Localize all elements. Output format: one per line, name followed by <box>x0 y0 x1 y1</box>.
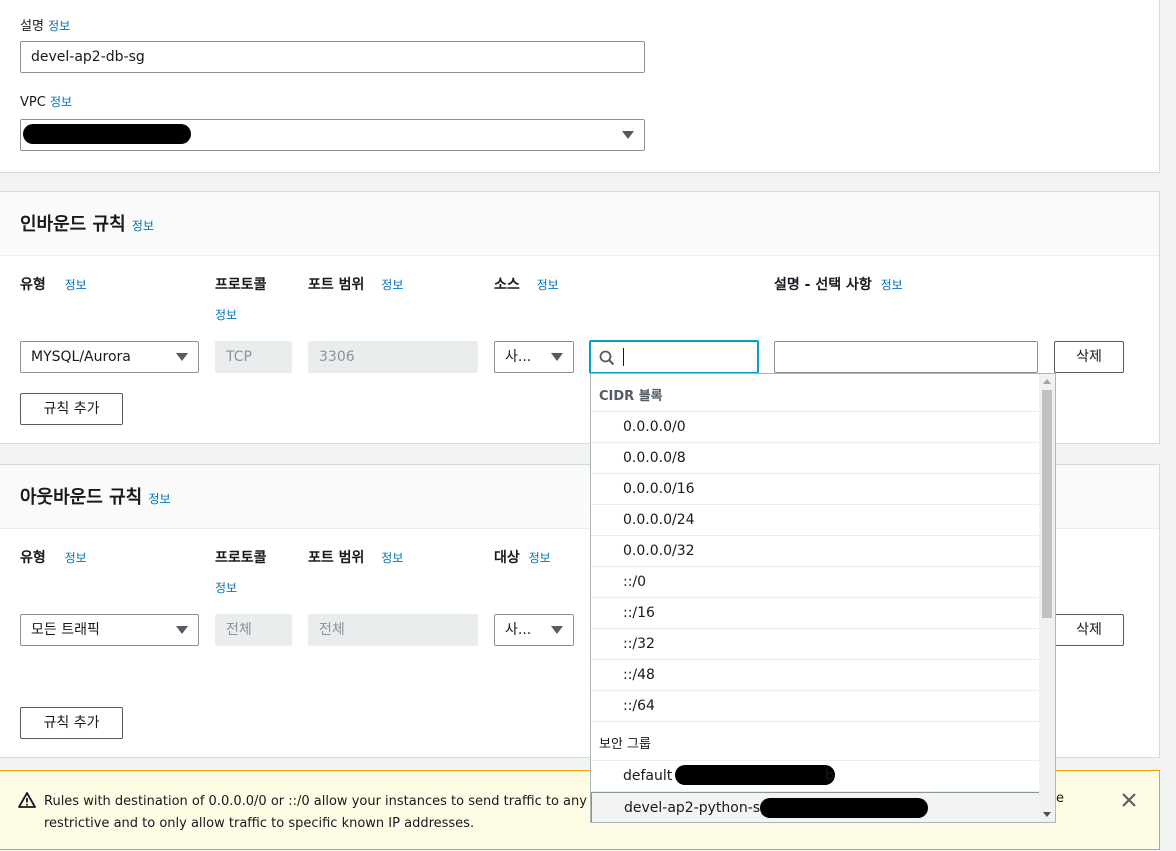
col-protocol-info[interactable]: 정보 <box>215 579 237 596</box>
col-dest-info[interactable]: 정보 <box>529 551 551 565</box>
inbound-protocol-field: TCP <box>215 341 292 373</box>
inbound-type-select[interactable]: MYSQL/Aurora <box>20 341 199 373</box>
dropdown-option[interactable]: 0.0.0.0/8 <box>591 443 1041 474</box>
sg-name: default <box>623 768 673 784</box>
inbound-type-value: MYSQL/Aurora <box>31 349 131 365</box>
col-desc-text: 설명 - 선택 사항 <box>774 277 872 293</box>
source-dropdown-list[interactable]: CIDR 블록 0.0.0.0/0 0.0.0.0/8 0.0.0.0/16 0… <box>590 373 1056 823</box>
vpc-select[interactable] <box>20 119 645 151</box>
chevron-down-icon <box>176 353 188 361</box>
outbound-type-value: 모든 트래픽 <box>31 622 100 638</box>
warning-icon <box>18 792 36 808</box>
inbound-title-text: 인바운드 규칙 <box>20 214 126 235</box>
col-type-info[interactable]: 정보 <box>65 278 87 292</box>
col-port-text: 포트 범위 <box>308 277 365 293</box>
col-dest-text: 대상 <box>494 550 520 566</box>
chevron-down-icon <box>551 353 563 361</box>
dropdown-option[interactable]: 0.0.0.0/0 <box>591 412 1041 443</box>
alert-line-1-tail: e <box>1056 791 1064 806</box>
dropdown-option[interactable]: ::/48 <box>591 660 1041 691</box>
inbound-header: 인바운드 규칙 정보 <box>0 192 1159 256</box>
outbound-dest-mode-select[interactable]: 사... <box>494 614 574 646</box>
dropdown-option-sg[interactable]: devel-ap2-python-sg <box>591 792 1041 822</box>
inbound-source-mode-select[interactable]: 사... <box>494 341 574 373</box>
outbound-title: 아웃바운드 규칙 정보 <box>20 483 171 509</box>
search-icon <box>599 350 615 366</box>
dropdown-option[interactable]: ::/32 <box>591 629 1041 660</box>
basic-details-panel: 설명 정보 devel-ap2-db-sg VPC 정보 <box>0 0 1160 173</box>
dropdown-option[interactable]: ::/0 <box>591 567 1041 598</box>
text-cursor <box>623 348 624 366</box>
dropdown-option[interactable]: ::/16 <box>591 598 1041 629</box>
chevron-down-icon <box>551 626 563 634</box>
dropdown-option[interactable]: ::/64 <box>591 691 1041 722</box>
outbound-col-type: 유형 정보 <box>20 547 87 567</box>
inbound-add-rule-button[interactable]: 규칙 추가 <box>20 393 123 425</box>
chevron-down-icon <box>176 626 188 634</box>
cidr-group-header: CIDR 블록 <box>599 389 663 404</box>
inbound-port-field: 3306 <box>308 341 478 373</box>
source-search-input[interactable] <box>589 340 759 374</box>
inbound-info-link[interactable]: 정보 <box>132 219 154 233</box>
chevron-down-icon <box>622 131 634 139</box>
col-desc-info[interactable]: 정보 <box>881 278 903 292</box>
inbound-col-description: 설명 - 선택 사항 정보 <box>774 274 903 294</box>
redacted-sg-id <box>675 765 835 785</box>
inbound-col-source: 소스 정보 <box>494 274 559 294</box>
outbound-col-protocol: 프로토콜 <box>215 550 267 566</box>
dropdown-scrollbar[interactable] <box>1039 374 1055 822</box>
outbound-delete-button[interactable]: 삭제 <box>1054 614 1124 646</box>
col-source-info[interactable]: 정보 <box>537 278 559 292</box>
dest-mode-value: 사... <box>505 622 532 638</box>
dropdown-option[interactable]: 0.0.0.0/24 <box>591 505 1041 536</box>
outbound-title-text: 아웃바운드 규칙 <box>20 487 143 508</box>
dropdown-option[interactable]: 0.0.0.0/16 <box>591 474 1041 505</box>
description-label-text: 설명 <box>20 19 44 34</box>
col-port-info[interactable]: 정보 <box>381 278 403 292</box>
outbound-protocol-field: 전체 <box>215 614 292 646</box>
scrollbar-thumb[interactable] <box>1042 390 1052 618</box>
outbound-type-select[interactable]: 모든 트래픽 <box>20 614 199 646</box>
vpc-label-text: VPC <box>20 95 46 110</box>
outbound-port-field: 전체 <box>308 614 478 646</box>
dropdown-option[interactable]: 0.0.0.0/32 <box>591 536 1041 567</box>
sg-group-header: 보안 그룹 <box>599 737 651 752</box>
scroll-down-icon[interactable] <box>1043 812 1051 817</box>
description-info-link[interactable]: 정보 <box>48 19 70 33</box>
scroll-up-icon[interactable] <box>1043 379 1051 384</box>
outbound-col-port: 포트 범위 정보 <box>308 547 403 567</box>
description-input[interactable]: devel-ap2-db-sg <box>20 41 645 73</box>
col-protocol-info[interactable]: 정보 <box>215 306 237 323</box>
dropdown-option-sg[interactable]: default b <box>591 761 1041 792</box>
col-port-info[interactable]: 정보 <box>381 551 403 565</box>
source-mode-value: 사... <box>505 349 532 365</box>
outbound-col-destination: 대상 정보 <box>494 547 551 567</box>
outbound-info-link[interactable]: 정보 <box>148 492 170 506</box>
description-label: 설명 정보 <box>20 15 70 34</box>
redacted-vpc-id <box>23 124 191 144</box>
vpc-info-link[interactable]: 정보 <box>50 95 72 109</box>
inbound-col-type: 유형 정보 <box>20 274 87 294</box>
inbound-description-input[interactable] <box>774 341 1038 373</box>
outbound-add-rule-button[interactable]: 규칙 추가 <box>20 707 123 739</box>
inbound-col-protocol: 프로토콜 <box>215 277 267 293</box>
inbound-col-port: 포트 범위 정보 <box>308 274 403 294</box>
inbound-delete-button[interactable]: 삭제 <box>1054 341 1124 373</box>
sg-name: devel-ap2-python-sg <box>624 800 769 816</box>
col-type-text: 유형 <box>20 277 46 293</box>
close-icon[interactable] <box>1122 793 1136 807</box>
sg-id-suffix: b <box>825 768 834 784</box>
col-type-info[interactable]: 정보 <box>65 551 87 565</box>
col-source-text: 소스 <box>494 277 520 293</box>
col-type-text: 유형 <box>20 550 46 566</box>
inbound-title: 인바운드 규칙 정보 <box>20 210 154 236</box>
redacted-sg-id <box>760 798 928 818</box>
vpc-label: VPC 정보 <box>20 93 72 110</box>
col-port-text: 포트 범위 <box>308 550 365 566</box>
